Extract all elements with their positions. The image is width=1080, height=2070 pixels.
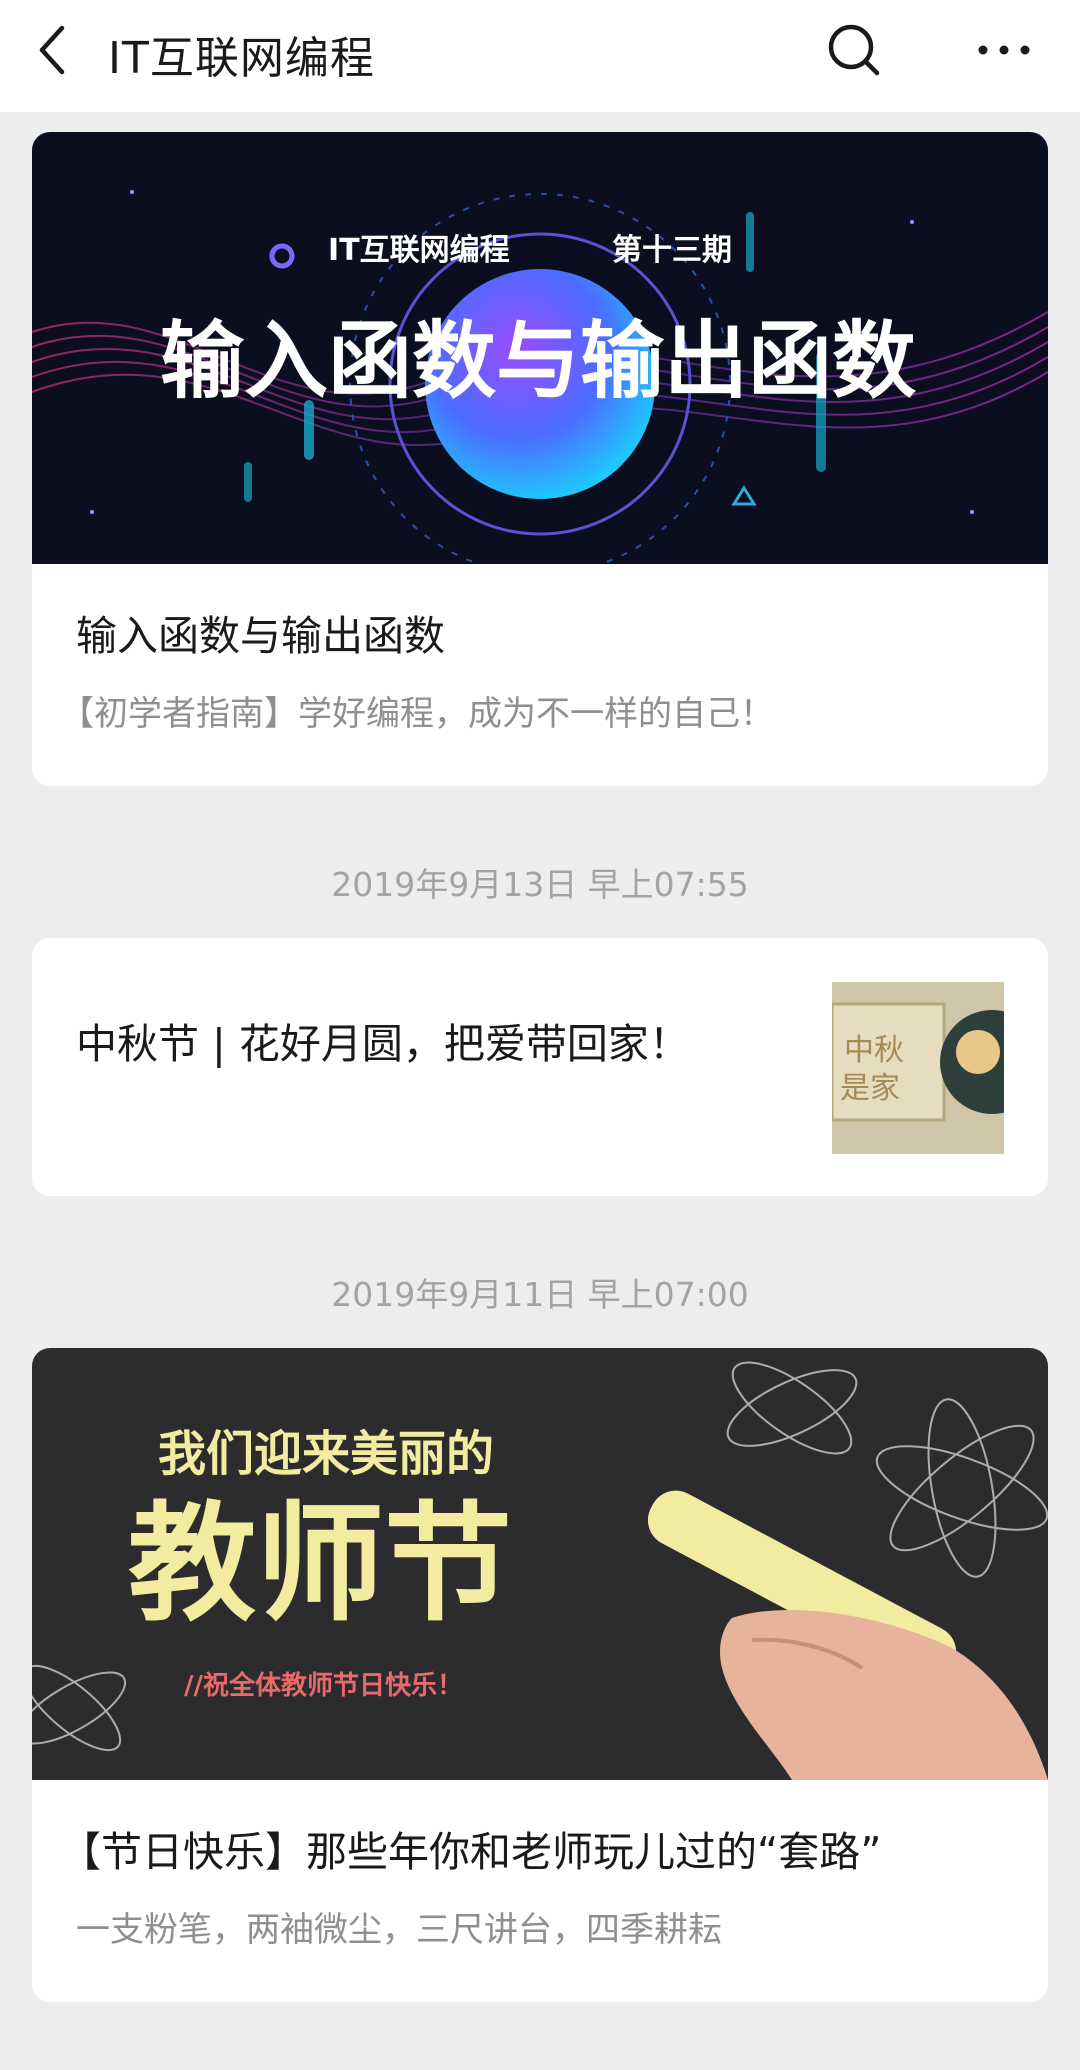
cover-subline: //祝全体教师节日快乐！: [184, 1670, 463, 1701]
search-icon: [828, 24, 880, 76]
date-separator: 2019年9月13日 早上07:55: [331, 865, 749, 904]
article-title: 输入函数与输出函数: [76, 612, 445, 660]
search-button[interactable]: [826, 20, 882, 80]
mid-autumn-thumbnail: 中秋 是家: [832, 982, 1004, 1154]
cover-text-issue: 第十三期: [612, 233, 732, 268]
chevron-left-icon: [39, 25, 65, 75]
article-card-3[interactable]: 我们迎来美丽的 教师节 //祝全体教师节日快乐！ 【节日快乐】那些年你和老师玩儿…: [32, 1348, 1048, 2002]
thumb-text-2: 是家: [840, 1071, 900, 1106]
article-card-2[interactable]: 中秋节 | 花好月圆，把爱带回家！ 中秋 是家: [32, 938, 1048, 1196]
cover-text-line1: 我们迎来美丽的: [158, 1426, 494, 1482]
article-digest: 一支粉笔，两袖微尘，三尺讲台，四季耕耘: [76, 1910, 722, 1950]
page-title: IT互联网编程: [108, 33, 375, 84]
article-title: 【节日快乐】那些年你和老师玩儿过的“套路”: [60, 1828, 882, 1876]
cover-headline: 输入函数与输出函数: [160, 312, 916, 410]
thumb-text-1: 中秋: [844, 1033, 904, 1068]
article-title: 中秋节 | 花好月圆，把爱带回家！: [76, 1020, 690, 1068]
cover-illustration-tech: IT互联网编程 第十三期 输入函数与输出函数: [32, 132, 1048, 564]
article-digest: 【初学者指南】学好编程，成为不一样的自己！: [60, 694, 774, 734]
more-horizontal-icon: [978, 45, 1030, 55]
cover-illustration-teachers-day: 我们迎来美丽的 教师节 //祝全体教师节日快乐！: [32, 1348, 1048, 1780]
back-button[interactable]: [34, 20, 84, 80]
more-button[interactable]: [974, 20, 1034, 80]
article-cover-image: 我们迎来美丽的 教师节 //祝全体教师节日快乐！: [32, 1348, 1048, 1780]
article-thumbnail: 中秋 是家: [832, 982, 1004, 1154]
cover-text-channel: IT互联网编程: [328, 233, 510, 268]
cover-headline: 教师节: [128, 1489, 512, 1639]
date-separator: 2019年9月11日 早上07:00: [331, 1275, 749, 1314]
article-cover-image: IT互联网编程 第十三期 输入函数与输出函数: [32, 132, 1048, 564]
article-card-1[interactable]: IT互联网编程 第十三期 输入函数与输出函数 输入函数与输出函数 【初学者指南】…: [32, 132, 1048, 786]
top-bar: IT互联网编程: [0, 0, 1080, 112]
